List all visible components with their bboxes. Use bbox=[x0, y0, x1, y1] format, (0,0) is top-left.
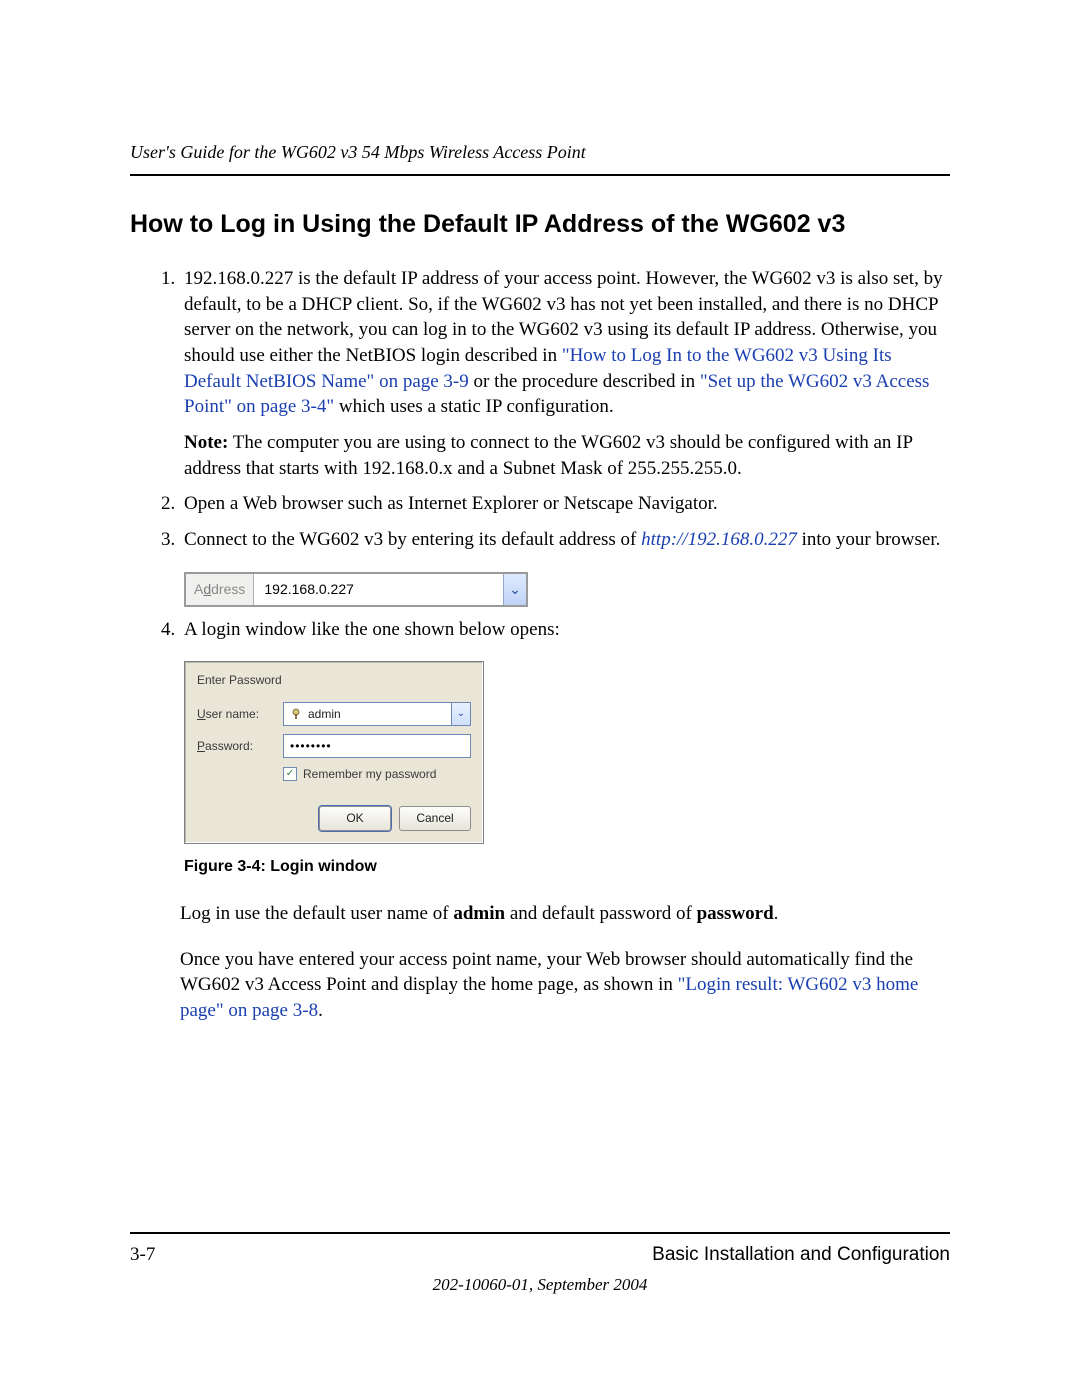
username-value: admin bbox=[308, 706, 341, 722]
body-text: Connect to the WG602 v3 by entering its … bbox=[184, 529, 641, 550]
page-number: 3-7 bbox=[130, 1242, 155, 1268]
label-text: assword: bbox=[205, 739, 253, 753]
section-heading: How to Log in Using the Default IP Addre… bbox=[130, 208, 950, 242]
password-value: •••••••• bbox=[290, 738, 332, 754]
username-dropdown-button[interactable]: ⌄ bbox=[452, 702, 471, 726]
dialog-button-row: OK Cancel bbox=[197, 806, 471, 830]
list-item: Open a Web browser such as Internet Expl… bbox=[180, 491, 950, 517]
cancel-button[interactable]: Cancel bbox=[399, 806, 471, 830]
page-footer: 3-7 Basic Installation and Configuration… bbox=[130, 1232, 950, 1297]
body-text: . bbox=[318, 1000, 323, 1021]
password-input[interactable]: •••••••• bbox=[283, 734, 471, 758]
chevron-down-icon: ⌄ bbox=[509, 580, 521, 599]
dialog-title: Enter Password bbox=[197, 672, 471, 688]
label-text: P bbox=[197, 739, 205, 753]
address-input[interactable]: 192.168.0.227 bbox=[254, 574, 503, 605]
body-text: Log in use the default user name of bbox=[180, 903, 453, 924]
list-item: A login window like the one shown below … bbox=[180, 617, 950, 877]
address-dropdown-button[interactable]: ⌄ bbox=[503, 574, 526, 605]
body-text: into your browser. bbox=[797, 529, 941, 550]
bold-text: admin bbox=[453, 903, 505, 924]
password-row: Password: •••••••• bbox=[197, 734, 471, 758]
label-text: ser name: bbox=[206, 707, 259, 721]
label-text: dress bbox=[211, 581, 245, 597]
user-key-icon bbox=[290, 708, 302, 720]
chevron-down-icon: ⌄ bbox=[457, 707, 465, 721]
address-bar: Address 192.168.0.227 ⌄ bbox=[184, 572, 528, 607]
running-header: User's Guide for the WG602 v3 54 Mbps Wi… bbox=[130, 140, 950, 176]
remember-row: ✓ Remember my password bbox=[197, 766, 471, 782]
label-text: d bbox=[203, 581, 211, 597]
note-label: Note: bbox=[184, 432, 228, 453]
username-input[interactable]: admin bbox=[283, 702, 452, 726]
label-text: U bbox=[197, 707, 206, 721]
label-text: R bbox=[303, 767, 312, 781]
figure-caption: Figure 3-4: Login window bbox=[184, 856, 950, 878]
body-text: A login window like the one shown below … bbox=[184, 619, 560, 640]
body-text: . bbox=[774, 903, 779, 924]
note-paragraph: Note: The computer you are using to conn… bbox=[184, 430, 950, 481]
remember-checkbox[interactable]: ✓ bbox=[283, 767, 297, 781]
username-field-wrap: admin ⌄ bbox=[283, 702, 471, 726]
document-page: User's Guide for the WG602 v3 54 Mbps Wi… bbox=[0, 0, 1080, 1397]
footer-line: 3-7 Basic Installation and Configuration bbox=[130, 1232, 950, 1268]
username-label: User name: bbox=[197, 706, 283, 722]
check-icon: ✓ bbox=[286, 769, 294, 779]
bold-text: password bbox=[697, 903, 774, 924]
username-row: User name: admin ⌄ bbox=[197, 702, 471, 726]
url-link[interactable]: http://192.168.0.227 bbox=[641, 529, 797, 550]
section-name: Basic Installation and Configuration bbox=[652, 1242, 950, 1268]
body-paragraph: Log in use the default user name of admi… bbox=[180, 901, 950, 927]
doc-info: 202-10060-01, September 2004 bbox=[130, 1274, 950, 1297]
address-label: Address bbox=[186, 574, 254, 605]
list-item: Connect to the WG602 v3 by entering its … bbox=[180, 527, 950, 608]
instruction-list: 192.168.0.227 is the default IP address … bbox=[130, 266, 950, 877]
label-text: A bbox=[194, 581, 203, 597]
body-text: and default password of bbox=[505, 903, 697, 924]
body-text: which uses a static IP configuration. bbox=[334, 396, 613, 417]
body-text: or the procedure described in bbox=[469, 371, 700, 392]
login-dialog: Enter Password User name: admin bbox=[184, 661, 484, 844]
note-text: The computer you are using to connect to… bbox=[184, 432, 912, 479]
remember-label: Remember my password bbox=[303, 766, 436, 782]
ok-button[interactable]: OK bbox=[319, 806, 391, 830]
list-item: 192.168.0.227 is the default IP address … bbox=[180, 266, 950, 481]
password-field-wrap: •••••••• bbox=[283, 734, 471, 758]
label-text: emember my password bbox=[312, 767, 437, 781]
body-paragraph: Once you have entered your access point … bbox=[180, 947, 950, 1024]
password-label: Password: bbox=[197, 738, 283, 754]
